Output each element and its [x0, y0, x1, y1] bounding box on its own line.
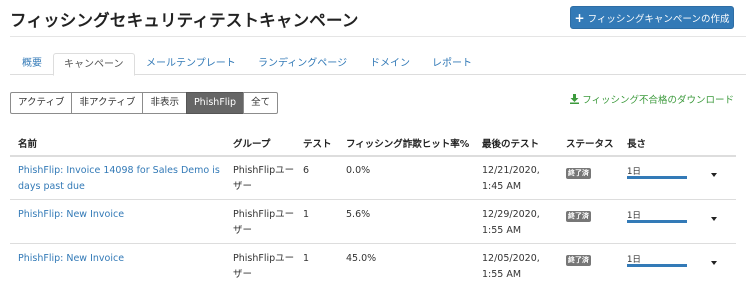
- duration-bar-fill: [627, 176, 687, 179]
- phish-rate-cell: 5.6%: [346, 209, 371, 220]
- col-duration[interactable]: 長さ: [627, 136, 646, 150]
- page-title: フィッシングセキュリティテストキャンペーン: [10, 11, 359, 30]
- duration-bar: [627, 220, 687, 223]
- duration-bar-fill: [627, 220, 687, 223]
- title-divider: [10, 36, 746, 37]
- download-failures-label: フィッシング不合格のダウンロード: [582, 95, 734, 106]
- table-header-divider: [10, 155, 736, 157]
- filter-all[interactable]: 全て: [243, 92, 279, 114]
- status-filter-group: アクティブ 非アクティブ 非表示 PhishFlip 全て: [10, 92, 279, 114]
- duration-bar-fill: [627, 264, 687, 267]
- last-test-cell: 12/21/2020, 1:45 AM: [482, 165, 540, 192]
- group-cell: PhishFlipユーザー: [233, 253, 295, 280]
- download-icon: [570, 94, 580, 104]
- tests-cell: 1: [303, 253, 310, 264]
- col-last-test[interactable]: 最後のテスト: [482, 136, 539, 150]
- tab-reports[interactable]: レポート: [422, 53, 482, 75]
- tests-cell: 1: [303, 209, 310, 220]
- tab-domains[interactable]: ドメイン: [360, 53, 420, 75]
- duration-bar: [627, 264, 687, 267]
- status-badge: 終了済: [566, 211, 591, 222]
- tab-email-templates[interactable]: メールテンプレート: [136, 53, 246, 75]
- status-badge: 終了済: [566, 168, 591, 179]
- group-cell: PhishFlipユーザー: [233, 165, 295, 192]
- last-test-cell: 12/05/2020, 1:55 AM: [482, 253, 540, 280]
- col-status[interactable]: ステータス: [566, 136, 614, 150]
- create-campaign-label: フィッシングキャンペーンの作成: [587, 13, 730, 25]
- tab-overview[interactable]: 概要: [12, 53, 52, 75]
- status-badge: 終了済: [566, 255, 591, 266]
- tests-cell: 6: [303, 165, 310, 176]
- filter-phishflip[interactable]: PhishFlip: [185, 92, 245, 114]
- group-cell: PhishFlipユーザー: [233, 209, 295, 236]
- filter-inactive[interactable]: 非アクティブ: [71, 92, 144, 114]
- create-campaign-button[interactable]: + フィッシングキャンペーンの作成: [570, 6, 734, 29]
- row-dropdown-caret-icon[interactable]: [711, 261, 717, 265]
- nav-tabs: 概要 キャンペーン メールテンプレート ランディングページ ドメイン レポート: [10, 53, 746, 76]
- tab-landing-pages[interactable]: ランディングページ: [248, 53, 357, 75]
- col-name[interactable]: 名前: [18, 136, 37, 150]
- row-dropdown-caret-icon[interactable]: [711, 173, 717, 177]
- phish-rate-cell: 0.0%: [346, 165, 371, 176]
- row-divider: [10, 199, 736, 200]
- download-failures-link[interactable]: フィッシング不合格のダウンロード: [570, 92, 734, 106]
- filter-active[interactable]: アクティブ: [10, 92, 73, 114]
- plus-icon: +: [574, 10, 585, 25]
- row-divider: [10, 243, 736, 244]
- campaign-name-link[interactable]: PhishFlip: Invoice 14098 for Sales Demo …: [18, 163, 223, 195]
- col-group[interactable]: グループ: [233, 136, 270, 150]
- duration-bar: [627, 176, 687, 179]
- tab-campaigns[interactable]: キャンペーン: [53, 53, 135, 76]
- col-tests[interactable]: テスト: [303, 136, 332, 150]
- filter-hidden[interactable]: 非表示: [142, 92, 187, 114]
- phish-rate-cell: 45.0%: [346, 253, 377, 264]
- last-test-cell: 12/29/2020, 1:55 AM: [482, 209, 540, 236]
- col-phish-rate[interactable]: フィッシング詐欺ヒット率%: [346, 136, 469, 150]
- campaign-name-link[interactable]: PhishFlip: New Invoice: [18, 207, 223, 223]
- row-dropdown-caret-icon[interactable]: [711, 217, 717, 221]
- campaign-name-link[interactable]: PhishFlip: New Invoice: [18, 251, 223, 267]
